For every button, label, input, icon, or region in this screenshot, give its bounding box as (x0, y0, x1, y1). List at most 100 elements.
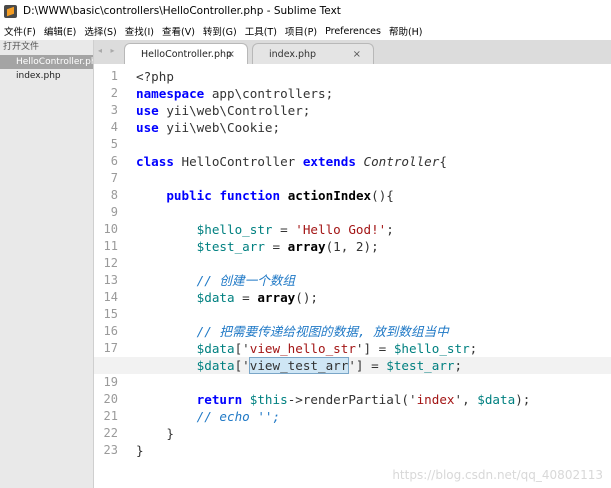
code-token: $data (196, 341, 235, 356)
code-line[interactable]: $data = array(); (136, 289, 318, 306)
line-number: 9 (110, 205, 118, 219)
sidebar-file-item[interactable]: HelloController.php (0, 55, 93, 69)
sidebar-file-item[interactable]: index.php (0, 69, 93, 83)
code-token: extends (302, 154, 356, 169)
line-number: 12 (103, 256, 118, 270)
menu-item[interactable]: 查找(I) (121, 24, 158, 38)
line-number: 13 (103, 273, 118, 287)
editor-tab[interactable]: HelloController.php × (124, 43, 248, 64)
code-line[interactable]: // echo ''; (136, 408, 280, 425)
tab-label: index.php (269, 49, 317, 60)
code-token: $data (196, 358, 235, 373)
menu-item[interactable]: 文件(F) (0, 24, 40, 38)
menu-item[interactable]: 工具(T) (241, 24, 281, 38)
code-token: = (272, 222, 296, 237)
code-line[interactable]: use yii\web\Cookie; (136, 119, 280, 136)
sublime-app-icon (4, 4, 17, 18)
close-tab-icon[interactable]: × (227, 44, 235, 65)
code-token: = (264, 239, 288, 254)
line-number: 1 (110, 69, 118, 83)
code-line[interactable]: <?php (136, 68, 174, 85)
line-number: 23 (103, 443, 118, 457)
code-token: actionIndex (287, 188, 372, 203)
code-token: view_hello_str (249, 341, 356, 356)
code-token: view_test_arr (248, 357, 350, 374)
code-token: '] = (355, 341, 394, 356)
editor-tab[interactable]: index.php × (252, 43, 374, 64)
code-token: yii\web\Cookie; (158, 120, 281, 135)
code-token: ; (469, 341, 478, 356)
code-token: $this (249, 392, 288, 407)
code-line[interactable]: } (136, 442, 144, 459)
code-line[interactable]: namespace app\controllers; (136, 85, 333, 102)
code-token: '] = (348, 358, 387, 373)
menu-item[interactable]: 帮助(H) (385, 24, 427, 38)
menu-item[interactable]: 选择(S) (80, 24, 120, 38)
code-token: { (439, 154, 447, 169)
code-line[interactable]: class HelloController extends Controller… (136, 153, 447, 170)
line-number: 22 (103, 426, 118, 440)
code-token: // 把需要传递给视图的数据, 放到数组当中 (196, 324, 449, 339)
code-token: function (219, 188, 281, 203)
code-token: <?php (136, 69, 174, 84)
code-token: $data (477, 392, 516, 407)
line-number: 7 (110, 171, 118, 185)
line-number: 20 (103, 392, 118, 406)
code-line[interactable]: public function actionIndex(){ (136, 187, 394, 204)
close-tab-icon[interactable]: × (353, 44, 361, 65)
code-token: = (234, 290, 258, 305)
line-number: 14 (103, 290, 118, 304)
line-number: 16 (103, 324, 118, 338)
code-token: namespace (136, 86, 205, 101)
line-number: 2 (110, 86, 118, 100)
menu-item[interactable]: Preferences (321, 26, 385, 37)
code-line[interactable]: $data['view_hello_str'] = $hello_str; (136, 340, 478, 357)
code-line[interactable]: } (136, 425, 174, 442)
code-token: } (136, 443, 144, 458)
code-line[interactable]: return $this->renderPartial('index', $da… (136, 391, 531, 408)
tab-nav-arrows-icon[interactable]: ◂ ▸ (98, 46, 118, 55)
code-token: HelloController (173, 154, 303, 169)
code-token: app\controllers; (204, 86, 334, 101)
code-token: $test_arr (386, 358, 455, 373)
code-token: array (287, 239, 326, 254)
menu-item[interactable]: 编辑(E) (40, 24, 80, 38)
code-line[interactable]: // 创建一个数组 (136, 272, 295, 289)
code-line[interactable]: $hello_str = 'Hello God!'; (136, 221, 394, 238)
code-editor[interactable]: 1234567891011121314151617181920212223 <?… (94, 64, 611, 488)
open-files-header: 打开文件 (3, 42, 40, 52)
code-token: return (196, 392, 243, 407)
code-token: array (257, 290, 296, 305)
code-line[interactable]: // 把需要传递给视图的数据, 放到数组当中 (136, 323, 449, 340)
code-line[interactable]: use yii\web\Controller; (136, 102, 310, 119)
menu-item[interactable]: 查看(V) (158, 24, 199, 38)
line-number: 15 (103, 307, 118, 321)
code-token: Controller (363, 154, 440, 169)
code-token: use (136, 103, 159, 118)
code-token: index (416, 392, 455, 407)
code-token: [' (234, 341, 250, 356)
code-line[interactable]: $data['view_test_arr'] = $test_arr; (136, 357, 462, 374)
code-token: class (136, 154, 174, 169)
menu-item[interactable]: 项目(P) (281, 24, 321, 38)
line-number: 4 (110, 120, 118, 134)
code-token: } (136, 426, 174, 441)
code-line[interactable]: $test_arr = array(1, 2); (136, 238, 379, 255)
menu-item[interactable]: 转到(G) (199, 24, 241, 38)
line-number: 10 (103, 222, 118, 236)
menu-bar: 文件(F) 编辑(E) 选择(S) 查找(I) 查看(V) 转到(G) 工具(T) 项目(P)… (0, 22, 611, 40)
code-token: $test_arr (196, 239, 265, 254)
tab-bar: ◂ ▸ HelloController.php × index.php × (94, 40, 611, 64)
code-token: ->renderPartial(' (287, 392, 417, 407)
line-number: 8 (110, 188, 118, 202)
watermark: https://blog.csdn.net/qq_40802113 (392, 468, 603, 482)
